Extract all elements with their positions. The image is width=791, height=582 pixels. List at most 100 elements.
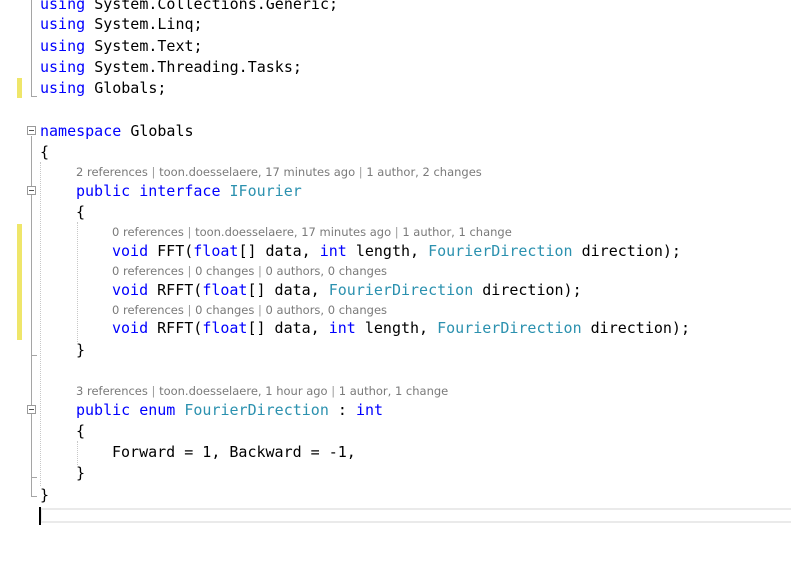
keyword: public <box>76 401 131 419</box>
code-line-enum[interactable]: public enum FourierDirection : int <box>76 400 383 420</box>
codelens-fft[interactable]: 0 references | toon.doesselaere, 17 minu… <box>112 224 512 240</box>
keyword: void <box>112 319 149 337</box>
codelens-rfft-overload[interactable]: 0 references | 0 changes | 0 authors, 0 … <box>112 302 387 318</box>
namespace-name: Globals <box>130 122 194 140</box>
type-name: FourierDirection <box>428 242 573 260</box>
codelens-separator: | <box>355 165 367 179</box>
codelens-separator: | <box>254 303 266 317</box>
codelens-separator: | <box>391 225 403 239</box>
param-text: length, <box>355 319 438 337</box>
collapse-enum-icon[interactable] <box>27 405 36 414</box>
namespace-ref: System.Threading.Tasks; <box>94 58 302 76</box>
code-line-open-brace[interactable]: { <box>40 142 49 162</box>
outline-end <box>31 96 37 97</box>
text-caret <box>39 507 41 525</box>
keyword: using <box>40 79 86 97</box>
codelens-separator: | <box>147 384 160 398</box>
brace: { <box>76 422 86 440</box>
code-line-fft[interactable]: void FFT(float[] data, int length, Fouri… <box>112 241 681 261</box>
keyword: using <box>40 58 86 76</box>
codelens-changes[interactable]: 0 authors, 0 changes <box>266 264 387 278</box>
outline-end <box>31 496 37 497</box>
outline-end <box>31 477 37 478</box>
codelens-references[interactable]: 2 references <box>76 165 148 179</box>
keyword: int <box>328 319 356 337</box>
codelens-references[interactable]: 3 references <box>76 384 148 398</box>
code-line-rfft-overload[interactable]: void RFFT(float[] data, int length, Four… <box>112 318 690 338</box>
indent-guide <box>77 441 78 465</box>
outline-line <box>31 0 32 96</box>
codelens-separator: | <box>183 225 196 239</box>
keyword: using <box>40 37 86 55</box>
namespace-ref: System.Text; <box>94 37 203 55</box>
keyword: using <box>40 15 86 33</box>
code-line-enum-members[interactable]: Forward = 1, Backward = -1, <box>112 442 356 462</box>
codelens-rfft[interactable]: 0 references | 0 changes | 0 authors, 0 … <box>112 263 387 279</box>
code-line-using-linq[interactable]: using System.Linq; <box>40 14 203 34</box>
codelens-changes[interactable]: 1 author, 2 changes <box>366 165 481 179</box>
codelens-separator: | <box>327 384 339 398</box>
codelens-author[interactable]: 0 changes <box>195 264 254 278</box>
type-name: FourierDirection <box>437 319 582 337</box>
code-line-using-text[interactable]: using System.Text; <box>40 36 203 56</box>
brace: } <box>76 341 86 359</box>
code-line-close-brace[interactable]: } <box>76 463 85 483</box>
code-line-open-brace[interactable]: { <box>76 202 85 222</box>
codelens-enum[interactable]: 3 references | toon.doesselaere, 1 hour … <box>76 383 448 399</box>
keyword: float <box>202 281 248 299</box>
indent-guide <box>77 222 78 342</box>
codelens-changes[interactable]: 1 author, 1 change <box>402 225 511 239</box>
keyword: void <box>112 281 149 299</box>
codelens-author[interactable]: toon.doesselaere, 17 minutes ago <box>195 225 391 239</box>
code-line-namespace[interactable]: namespace Globals <box>40 121 194 141</box>
change-marker <box>17 224 22 340</box>
brace: { <box>40 143 50 161</box>
type-name: FourierDirection <box>184 401 329 419</box>
enum-colon: : <box>328 401 356 419</box>
codelens-changes[interactable]: 0 authors, 0 changes <box>266 303 387 317</box>
code-line-close-brace[interactable]: } <box>76 340 85 360</box>
change-marker <box>17 78 22 98</box>
code-line-close-brace[interactable]: } <box>40 485 49 505</box>
codelens-references[interactable]: 0 references <box>112 303 184 317</box>
param-text: [] data, <box>238 242 320 260</box>
keyword: void <box>112 242 149 260</box>
code-line-using-globals[interactable]: using Globals; <box>40 78 166 98</box>
indent-guide <box>40 162 41 486</box>
collapse-interface-icon[interactable] <box>27 186 36 195</box>
code-line-using-tasks[interactable]: using System.Threading.Tasks; <box>40 57 302 77</box>
codelens-author[interactable]: 0 changes <box>195 303 254 317</box>
codelens-separator: | <box>254 264 266 278</box>
codelens-author[interactable]: toon.doesselaere, 17 minutes ago <box>159 165 355 179</box>
keyword: interface <box>139 182 221 200</box>
code-line-using-collections[interactable]: using System.Collections.Generic; <box>40 0 338 14</box>
codelens-references[interactable]: 0 references <box>112 264 184 278</box>
codelens-author[interactable]: toon.doesselaere, 1 hour ago <box>159 384 328 398</box>
keyword: int <box>319 242 347 260</box>
outline-end <box>31 355 37 356</box>
codelens-changes[interactable]: 1 author, 1 change <box>339 384 448 398</box>
codelens-separator: | <box>183 303 196 317</box>
method-name: FFT( <box>157 242 194 260</box>
codelens-separator: | <box>183 264 196 278</box>
param-text: [] data, <box>247 319 329 337</box>
keyword: int <box>355 401 384 419</box>
code-editor[interactable]: using System.Collections.Generic; using … <box>0 0 791 582</box>
method-name: RFFT( <box>157 281 203 299</box>
code-line-rfft[interactable]: void RFFT(float[] data, FourierDirection… <box>112 280 582 300</box>
method-name: RFFT( <box>157 319 203 337</box>
codelens-interface[interactable]: 2 references | toon.doesselaere, 17 minu… <box>76 164 482 180</box>
current-line-highlight[interactable] <box>40 508 791 523</box>
param-text: length, <box>346 242 429 260</box>
keyword: using <box>40 0 86 13</box>
codelens-separator: | <box>147 165 160 179</box>
codelens-references[interactable]: 0 references <box>112 225 184 239</box>
enum-members: Forward = 1, Backward = -1, <box>112 443 356 461</box>
type-name: IFourier <box>229 182 302 200</box>
code-line-interface[interactable]: public interface IFourier <box>76 181 302 201</box>
collapse-namespace-icon[interactable] <box>27 126 36 135</box>
keyword: float <box>193 242 239 260</box>
keyword: float <box>202 319 248 337</box>
code-line-open-brace[interactable]: { <box>76 421 85 441</box>
param-text: direction); <box>581 319 690 337</box>
